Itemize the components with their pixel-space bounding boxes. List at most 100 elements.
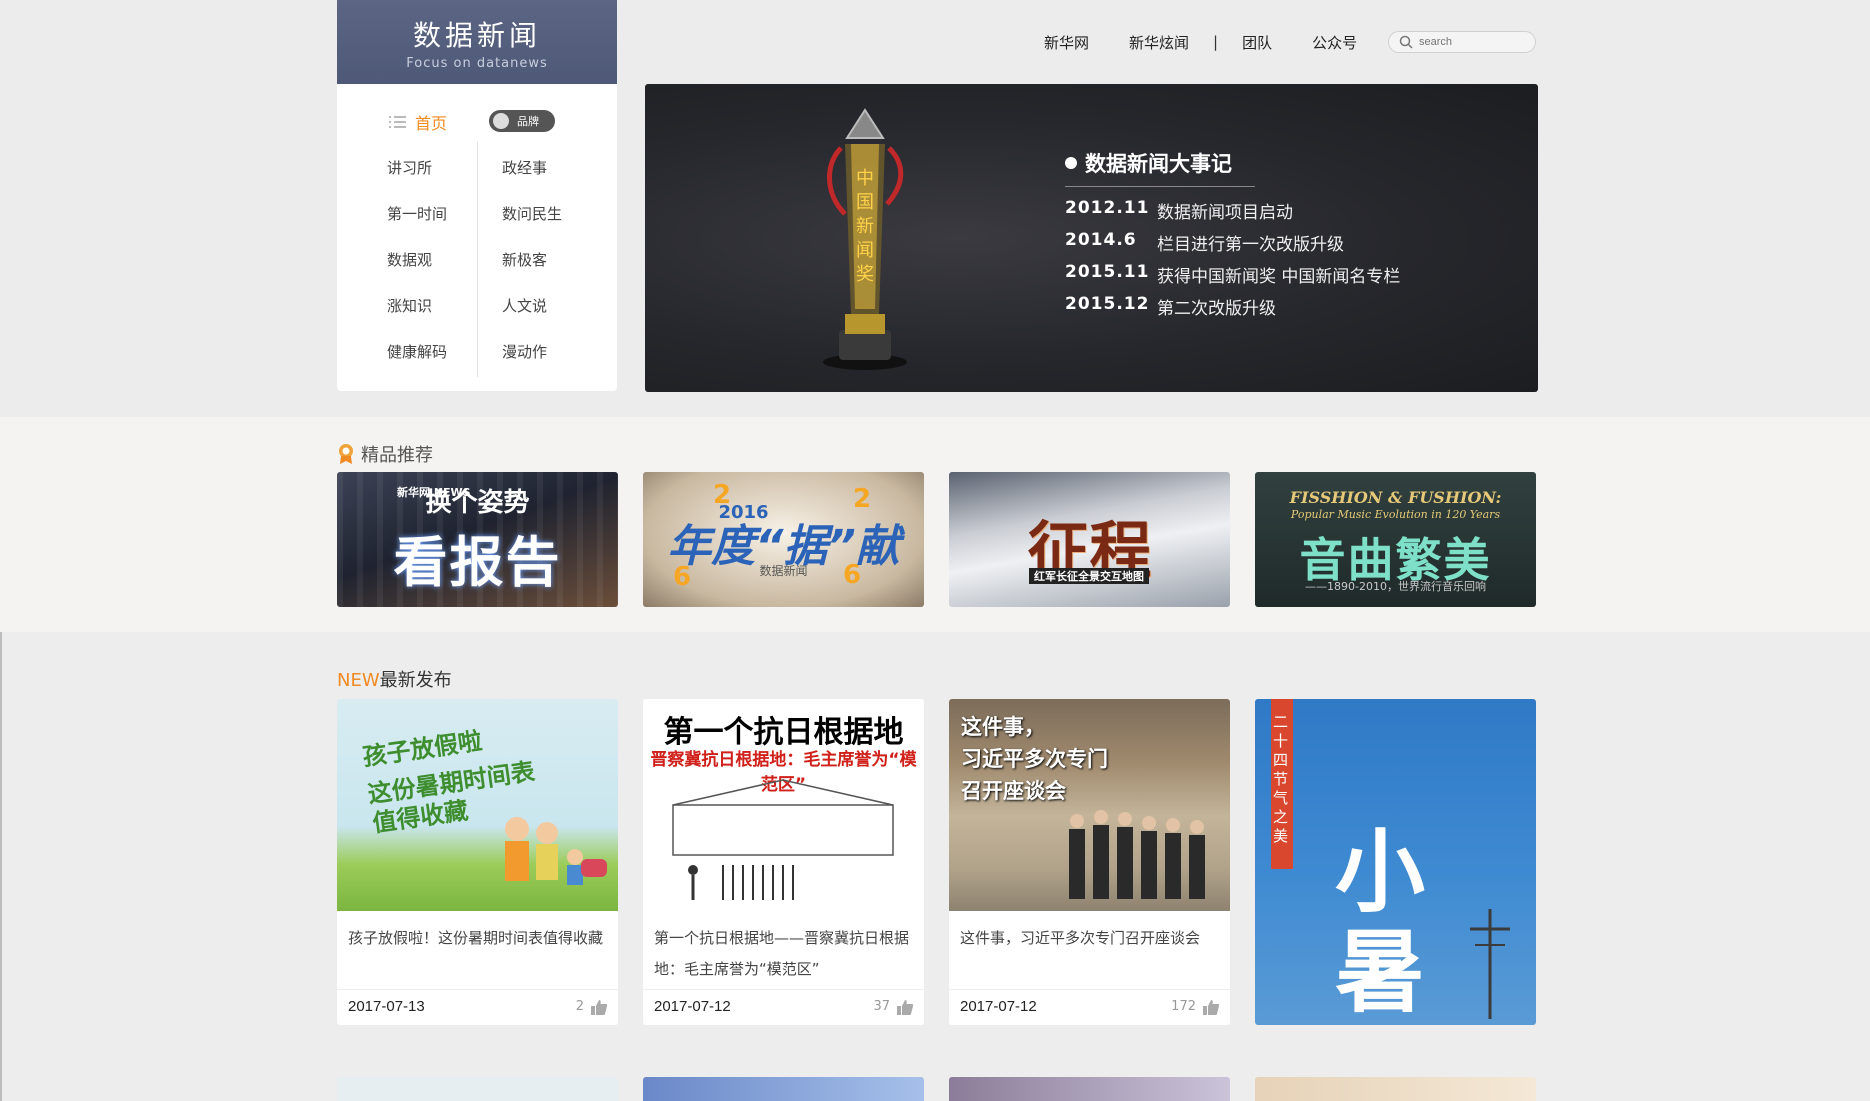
menu-column-right: 政经事 数问民生 新极客 人文说 漫动作 (502, 154, 562, 384)
like-count: 37 (873, 999, 890, 1014)
event-row: 2012.11 数据新闻项目启动 (1065, 198, 1293, 223)
event-text: 获得中国新闻奖 中国新闻名专栏 (1157, 267, 1401, 287)
menu-item-zhangzhishi[interactable]: 涨知识 (387, 292, 447, 338)
article-card-peek[interactable] (1255, 1077, 1536, 1101)
thumbs-up-icon[interactable] (1202, 998, 1220, 1016)
list-icon (389, 116, 406, 128)
people-photo (1069, 810, 1205, 899)
family-illustration (505, 817, 607, 885)
nav-xinhua-xuanwen[interactable]: 新华炫闻 (1129, 32, 1189, 53)
featured-item[interactable]: FISSHION & FUSHION: Popular Music Evolut… (1255, 472, 1536, 607)
featured-caption-sub: ——1890-2010，世界流行音乐回响 (1305, 580, 1486, 593)
article-card[interactable]: 孩子放假啦 这份暑期时间表 值得收藏 孩子放假啦！这份暑期时间表值得收藏 201… (337, 699, 618, 1025)
new-label: NEW (337, 670, 380, 691)
sketch-illustration (672, 779, 894, 900)
medal-icon (339, 444, 353, 464)
bullet-icon (1065, 157, 1077, 169)
banner-title-text: 数据新闻大事记 (1085, 152, 1232, 176)
trophy-char-5: 奖 (856, 264, 874, 285)
menu-item-renwenshuo[interactable]: 人文说 (502, 292, 562, 338)
article-footer: 2017-07-13 2 (337, 989, 618, 1025)
header-area: 数据新闻 Focus on datanews 新华网 新华炫闻 | 团队 公众号… (0, 0, 1870, 417)
trophy-char-4: 闻 (856, 240, 874, 261)
event-row: 2015.12 第二次改版升级 (1065, 294, 1276, 319)
trophy-char-2: 国 (856, 192, 874, 213)
latest-title: 最新发布 (379, 670, 452, 691)
article-date: 2017-07-12 (654, 998, 731, 1015)
article-footer: 2017-07-12 37 (643, 989, 924, 1025)
article-image: 第一个抗日根据地 晋察冀抗日根据地：毛主席誉为“模范区” (643, 699, 924, 911)
menu-item-shujuguan[interactable]: 数据观 (387, 246, 447, 292)
article-card[interactable]: 这件事， 习近平多次专门 召开座谈会 这件事，习近平多次专门召开座谈会 2017… (949, 699, 1230, 1025)
event-year: 2014.6 (1065, 230, 1137, 250)
featured-caption: FISSHION & FUSHION: (1289, 488, 1502, 507)
trophy-char-1: 中 (856, 168, 874, 189)
image-text: 习近平多次专门 (961, 747, 1108, 771)
article-title: 第一个抗日根据地——晋察冀抗日根据地：毛主席誉为“模范区” (654, 929, 910, 978)
article-card-peek[interactable] (949, 1077, 1230, 1101)
featured-item[interactable]: 新华网 NEWS 换个姿势 看报告 (337, 472, 618, 607)
featured-item[interactable]: 征程 红军长征全景交互地图 (949, 472, 1230, 607)
top-nav: 新华网 新华炫闻 | 团队 公众号 (1044, 30, 1397, 54)
image-text: 召开座谈会 (961, 779, 1066, 803)
banner-title-underline (1065, 186, 1255, 187)
article-date: 2017-07-13 (348, 998, 425, 1015)
menu-item-zhengjingshi[interactable]: 政经事 (502, 154, 562, 200)
menu-item-shuwenminsheng[interactable]: 数问民生 (502, 200, 562, 246)
site-logo[interactable]: 数据新闻 Focus on datanews (337, 0, 617, 84)
search-input[interactable] (1419, 36, 1529, 48)
menu-item-jiangxisuo[interactable]: 讲习所 (387, 154, 447, 200)
menu-column-left: 讲习所 第一时间 数据观 涨知识 健康解码 (387, 154, 447, 384)
featured-section (0, 417, 1870, 632)
menu-divider (477, 142, 478, 377)
featured-caption-sub: 数据新闻 (759, 564, 808, 578)
article-image: 这件事， 习近平多次专门 召开座谈会 (949, 699, 1230, 911)
trophy-char-3: 新 (856, 216, 874, 237)
article-image: 孩子放假啦 这份暑期时间表 值得收藏 (337, 699, 618, 911)
trophy-image: 中 国 新 闻 奖 (823, 108, 907, 370)
brand-toggle[interactable]: 品牌 (489, 110, 555, 132)
nav-team[interactable]: 团队 (1242, 32, 1272, 53)
event-year: 2015.11 (1065, 262, 1150, 282)
event-year: 2012.11 (1065, 198, 1150, 218)
channel-menu: 首页 品牌 讲习所 第一时间 数据观 涨知识 健康解码 政经事 数问民生 新极客… (337, 84, 617, 391)
menu-item-diyishijian[interactable]: 第一时间 (387, 200, 447, 246)
search-icon (1399, 35, 1413, 49)
menu-item-xinjike[interactable]: 新极客 (502, 246, 562, 292)
article-title: 这件事，习近平多次专门召开座谈会 (960, 929, 1201, 947)
menu-home[interactable]: 首页 (389, 110, 447, 134)
article-footer: 2017-07-12 172 (949, 989, 1230, 1025)
event-row: 2014.6 栏目进行第一次改版升级 (1065, 230, 1344, 255)
event-year: 2015.12 (1065, 294, 1150, 314)
event-text: 数据新闻项目启动 (1157, 203, 1293, 223)
article-date: 2017-07-12 (960, 998, 1037, 1015)
featured-heading: 精品推荐 (337, 441, 433, 467)
featured-caption-main: 看报告 (393, 531, 562, 594)
event-row: 2015.11 获得中国新闻奖 中国新闻名专栏 (1065, 262, 1400, 287)
nav-official-account[interactable]: 公众号 (1312, 32, 1357, 53)
latest-heading: NEW最新发布 (337, 666, 452, 692)
like-count: 2 (575, 999, 584, 1014)
article-image: 二十四节气之美 小 暑 (1255, 699, 1536, 1025)
image-text: 这件事， (961, 715, 1045, 739)
hero-banner[interactable]: 中 国 新 闻 奖 数据新闻大事记 2012.11 数据新闻项目启动 2014.… (645, 84, 1538, 392)
featured-caption-sub: 红军长征全景交互地图 (1029, 568, 1149, 584)
logo-text: 数据新闻 (412, 19, 541, 52)
article-card[interactable]: 第一个抗日根据地 晋察冀抗日根据地：毛主席誉为“模范区” 第一个抗日根据地——晋… (643, 699, 924, 1025)
article-title: 孩子放假啦！这份暑期时间表值得收藏 (348, 929, 604, 947)
menu-item-jiankangjiema[interactable]: 健康解码 (387, 338, 447, 384)
search-box[interactable] (1388, 31, 1536, 53)
featured-caption: 换个姿势 (425, 488, 530, 518)
article-card[interactable]: 二十四节气之美 小 暑 (1255, 699, 1536, 1025)
article-card-peek[interactable] (643, 1077, 924, 1101)
nav-xinhuanet[interactable]: 新华网 (1044, 32, 1089, 53)
featured-item[interactable]: 2 2 6 6 2016 年度“据”献 数据新闻 (643, 472, 924, 607)
like-count: 172 (1171, 999, 1196, 1014)
image-text: 二十四节气之美 (1273, 713, 1289, 845)
article-card-peek[interactable] (337, 1077, 618, 1101)
toggle-label: 品牌 (517, 115, 539, 128)
logo-tagline: Focus on datanews (406, 56, 548, 71)
thumbs-up-icon[interactable] (896, 998, 914, 1016)
menu-item-mandongzuo[interactable]: 漫动作 (502, 338, 562, 384)
thumbs-up-icon[interactable] (590, 998, 608, 1016)
